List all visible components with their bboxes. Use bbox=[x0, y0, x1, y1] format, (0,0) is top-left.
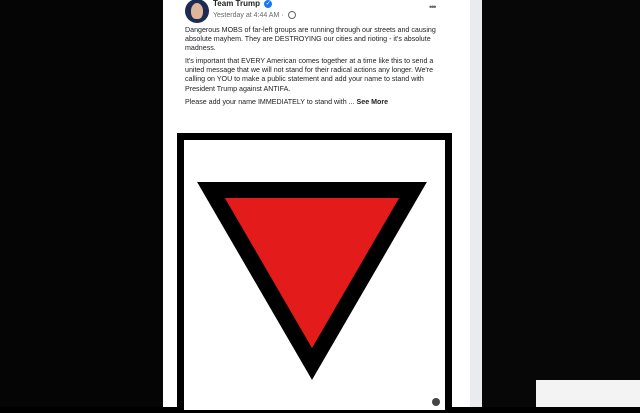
image-options-icon[interactable] bbox=[432, 398, 440, 406]
triangle-graphic bbox=[197, 182, 427, 380]
inverted-triangle-icon bbox=[197, 182, 427, 380]
